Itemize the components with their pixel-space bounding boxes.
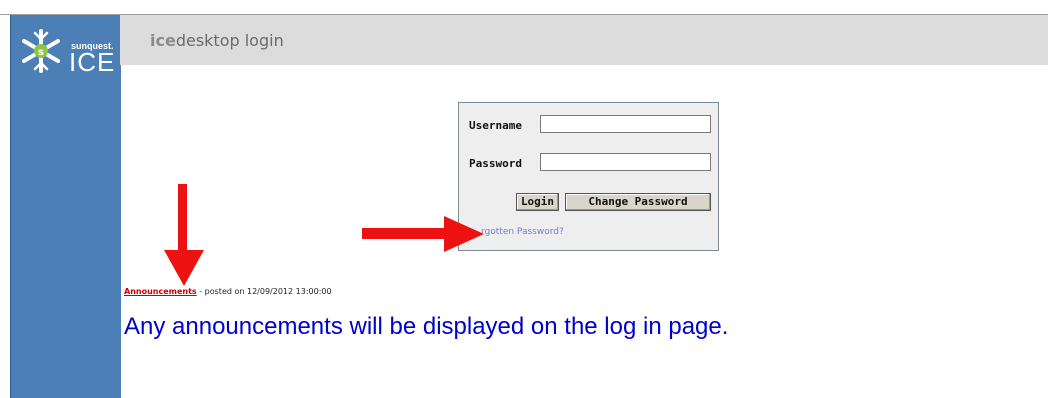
sunquest-ice-logo: s sunquest. ICE bbox=[11, 15, 121, 75]
page-title: icedesktop login bbox=[150, 31, 284, 50]
svg-text:s: s bbox=[38, 47, 44, 58]
password-label: Password bbox=[469, 157, 522, 170]
announcement-posted-text: - posted on 12/09/2012 13:00:00 bbox=[196, 287, 332, 296]
username-label: Username bbox=[469, 119, 522, 132]
snowflake-icon: s bbox=[22, 29, 60, 73]
down-arrow-annotation bbox=[164, 184, 204, 286]
header-bar: icedesktop login bbox=[120, 15, 1048, 65]
page-title-prefix: ice bbox=[150, 31, 176, 50]
login-panel: Username Password Login Change Password … bbox=[458, 102, 719, 251]
password-input[interactable] bbox=[540, 153, 711, 171]
announcement-line: Announcements - posted on 12/09/2012 13:… bbox=[124, 287, 332, 296]
change-password-button[interactable]: Change Password bbox=[565, 193, 711, 211]
logo-product-text: ICE bbox=[69, 47, 116, 77]
page-title-suffix: desktop login bbox=[175, 31, 284, 50]
username-input[interactable] bbox=[540, 115, 711, 133]
sidebar: s sunquest. ICE bbox=[10, 15, 121, 398]
forgotten-password-link[interactable]: rgotten Password? bbox=[481, 227, 564, 237]
login-button[interactable]: Login bbox=[516, 193, 559, 211]
announcement-message: Any announcements will be displayed on t… bbox=[124, 313, 729, 340]
right-arrow-annotation bbox=[362, 216, 484, 252]
